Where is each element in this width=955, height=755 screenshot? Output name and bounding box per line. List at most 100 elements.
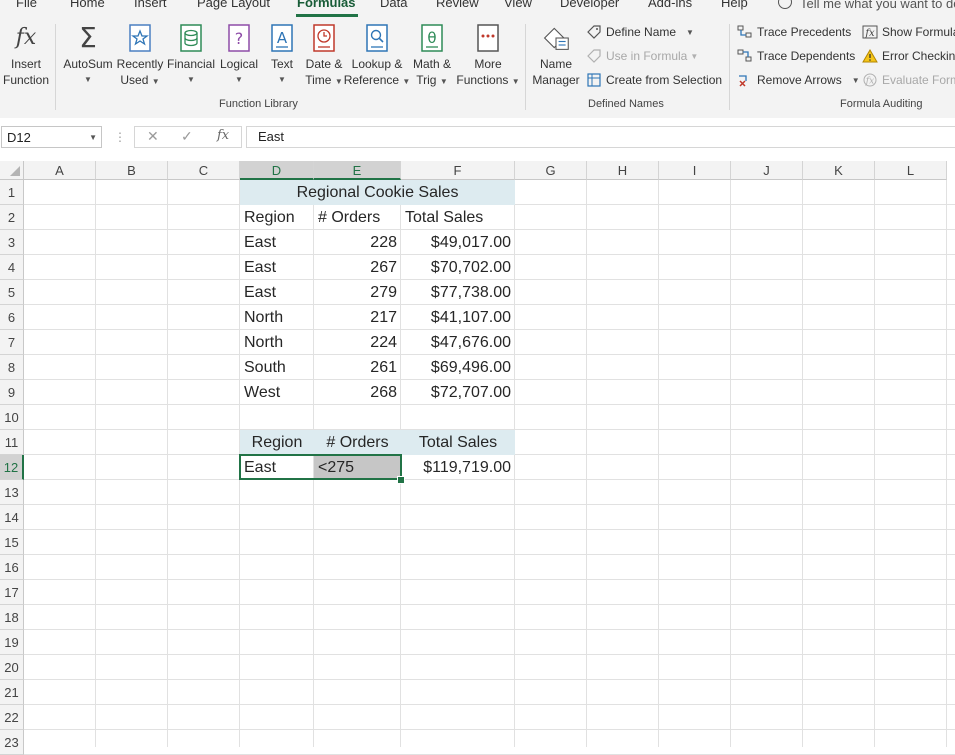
tab-developer[interactable]: Developer [560, 0, 619, 10]
evaluate-formula-button[interactable]: fx Evaluate Formula [862, 72, 955, 88]
row-header-8[interactable]: 8 [0, 355, 24, 380]
tab-formulas[interactable]: Formulas [297, 0, 356, 10]
table-cell-total-sales[interactable]: $41,107.00 [401, 305, 515, 330]
financial-button[interactable]: Financial ▼ [167, 22, 215, 88]
table-cell-total-sales[interactable]: $69,496.00 [401, 355, 515, 380]
lookup-reference-button[interactable]: Lookup & Reference ▼ [344, 22, 410, 90]
table-cell-region[interactable]: North [240, 330, 314, 355]
row-header-12[interactable]: 12 [0, 455, 24, 480]
table-cell-total-sales[interactable]: $72,707.00 [401, 380, 515, 405]
tab-insert[interactable]: Insert [134, 0, 167, 10]
header-region[interactable]: Region [240, 205, 314, 230]
tab-file[interactable]: File [16, 0, 37, 10]
column-header-e[interactable]: E [314, 161, 401, 180]
column-header-b[interactable]: B [96, 161, 168, 180]
row-header-6[interactable]: 6 [0, 305, 24, 330]
table-cell-orders[interactable]: 217 [314, 305, 401, 330]
row-header-10[interactable]: 10 [0, 405, 24, 430]
show-formulas-button[interactable]: fx Show Formulas [862, 24, 955, 40]
column-header-f[interactable]: F [401, 161, 515, 180]
table-cell-orders[interactable]: 279 [314, 280, 401, 305]
fill-handle[interactable] [397, 476, 405, 484]
row-header-1[interactable]: 1 [0, 180, 24, 205]
use-in-formula-button[interactable]: Use in Formula ▼ [586, 48, 698, 64]
formula-bar-resize-handle[interactable]: ⋮ [114, 130, 126, 144]
tab-review[interactable]: Review [436, 0, 479, 10]
table-cell-region[interactable]: East [240, 280, 314, 305]
table-cell-region[interactable]: South [240, 355, 314, 380]
table-cell-region[interactable]: East [240, 230, 314, 255]
recently-used-button[interactable]: Recently Used ▼ [117, 22, 163, 90]
select-all-button[interactable] [0, 161, 24, 180]
math-trig-button[interactable]: θ Math & Trig ▼ [409, 22, 455, 90]
criteria-region-cell[interactable]: East [240, 455, 314, 480]
table-cell-orders[interactable]: 228 [314, 230, 401, 255]
row-header-4[interactable]: 4 [0, 255, 24, 280]
row-header-3[interactable]: 3 [0, 230, 24, 255]
row-header-20[interactable]: 20 [0, 655, 24, 680]
criteria-header-orders[interactable]: # Orders [314, 430, 401, 455]
column-header-h[interactable]: H [587, 161, 659, 180]
column-header-k[interactable]: K [803, 161, 875, 180]
column-header-i[interactable]: I [659, 161, 731, 180]
criteria-orders-cell[interactable]: <275 [314, 455, 401, 480]
tab-data[interactable]: Data [380, 0, 407, 10]
table-cell-orders[interactable]: 261 [314, 355, 401, 380]
insert-function-icon[interactable]: fx [217, 128, 229, 143]
column-header-a[interactable]: A [24, 161, 96, 180]
column-header-l[interactable]: L [875, 161, 947, 180]
row-header-14[interactable]: 14 [0, 505, 24, 530]
remove-arrows-button[interactable]: Remove Arrows ▼ [737, 72, 860, 88]
table-cell-total-sales[interactable]: $49,017.00 [401, 230, 515, 255]
row-header-15[interactable]: 15 [0, 530, 24, 555]
row-header-22[interactable]: 22 [0, 705, 24, 730]
header-total-sales[interactable]: Total Sales [401, 205, 515, 230]
table-cell-region[interactable]: West [240, 380, 314, 405]
text-button[interactable]: A Text ▼ [264, 22, 300, 88]
name-manager-button[interactable]: Name Manager [530, 22, 582, 88]
column-header-d[interactable]: D [240, 161, 314, 180]
name-box[interactable]: D12 ▼ [1, 126, 102, 148]
trace-precedents-button[interactable]: Trace Precedents [737, 24, 851, 40]
criteria-header-total-sales[interactable]: Total Sales [401, 430, 515, 455]
table-cell-total-sales[interactable]: $77,738.00 [401, 280, 515, 305]
trace-dependents-button[interactable]: Trace Dependents [737, 48, 855, 64]
table-cell-orders[interactable]: 267 [314, 255, 401, 280]
row-header-18[interactable]: 18 [0, 605, 24, 630]
insert-function-button[interactable]: fx Insert Function [2, 22, 50, 88]
error-checking-button[interactable]: Error Checking [862, 48, 955, 64]
table-cell-region[interactable]: East [240, 255, 314, 280]
column-header-c[interactable]: C [168, 161, 240, 180]
table-cell-total-sales[interactable]: $47,676.00 [401, 330, 515, 355]
row-header-19[interactable]: 19 [0, 630, 24, 655]
tab-help[interactable]: Help [721, 0, 748, 10]
row-header-23[interactable]: 23 [0, 730, 24, 755]
tab-add-ins[interactable]: Add-ins [648, 0, 692, 10]
date-time-button[interactable]: Date & Time ▼ [302, 22, 346, 90]
row-header-11[interactable]: 11 [0, 430, 24, 455]
create-from-selection-button[interactable]: Create from Selection [586, 72, 722, 88]
cell-D1-title[interactable]: Regional Cookie Sales [240, 180, 515, 205]
table-cell-orders[interactable]: 268 [314, 380, 401, 405]
tab-page-layout[interactable]: Page Layout [197, 0, 270, 10]
tab-view[interactable]: View [504, 0, 532, 10]
table-cell-total-sales[interactable]: $70,702.00 [401, 255, 515, 280]
header-orders[interactable]: # Orders [314, 205, 401, 230]
table-cell-region[interactable]: North [240, 305, 314, 330]
autosum-button[interactable]: Σ AutoSum ▼ [62, 22, 114, 88]
criteria-header-region[interactable]: Region [240, 430, 314, 455]
row-header-5[interactable]: 5 [0, 280, 24, 305]
logical-button[interactable]: ? Logical ▼ [218, 22, 260, 88]
row-header-7[interactable]: 7 [0, 330, 24, 355]
column-header-g[interactable]: G [515, 161, 587, 180]
row-header-16[interactable]: 16 [0, 555, 24, 580]
table-cell-orders[interactable]: 224 [314, 330, 401, 355]
row-header-21[interactable]: 21 [0, 680, 24, 705]
formula-input[interactable]: East [246, 126, 955, 148]
tell-me-search[interactable]: Tell me what you want to do [778, 0, 955, 11]
row-header-17[interactable]: 17 [0, 580, 24, 605]
criteria-total-sales-cell[interactable]: $119,719.00 [401, 455, 515, 480]
more-functions-button[interactable]: More Functions ▼ [456, 22, 520, 90]
row-header-9[interactable]: 9 [0, 380, 24, 405]
cancel-icon[interactable]: ✕ [147, 128, 159, 145]
